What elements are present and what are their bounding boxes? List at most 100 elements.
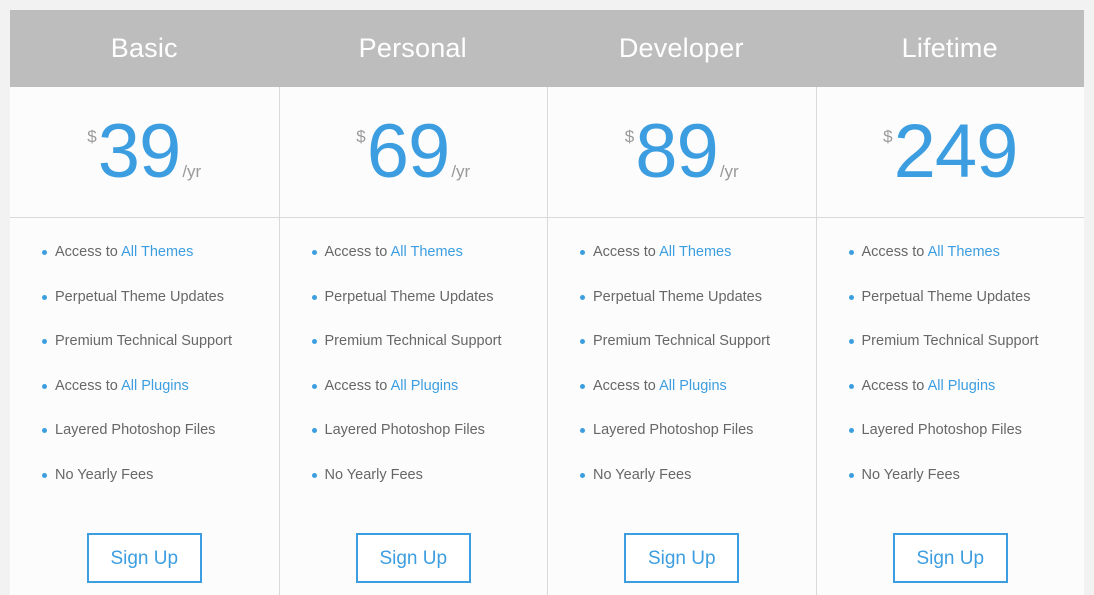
plan-header: Developer (547, 10, 816, 87)
feature-link[interactable]: All Themes (659, 244, 731, 260)
signup-container: Sign Up (817, 533, 1085, 595)
feature-item: Access to All Themes (311, 244, 548, 260)
feature-text: Layered Photoshop Files (55, 422, 216, 438)
signup-container: Sign Up (280, 533, 548, 595)
currency-symbol: $ (356, 126, 366, 146)
feature-text: Premium Technical Support (324, 333, 502, 349)
sign-up-button[interactable]: Sign Up (892, 533, 1008, 583)
plan-column: Personal $69/yr Access to All Themes Perpet… (278, 10, 548, 595)
feature-text: Perpetual Theme Updates (55, 288, 225, 305)
feature-item: No Yearly Fees (311, 466, 548, 483)
feature-link[interactable]: All Themes (391, 244, 463, 260)
feature-item: No Yearly Fees (580, 466, 816, 483)
price-inner: $39/yr (87, 108, 202, 194)
price-inner: $249 (883, 108, 1019, 194)
plan-name: Lifetime (901, 33, 998, 63)
feature-text: Access to (861, 377, 928, 394)
plan-name: Developer (618, 33, 744, 63)
plan-header: Lifetime (815, 10, 1084, 87)
price-amount: 69 (366, 108, 451, 194)
feature-item: Premium Technical Support (848, 333, 1085, 349)
feature-text: No Yearly Fees (861, 466, 960, 483)
feature-item: Premium Technical Support (42, 334, 279, 349)
feature-item: No Yearly Fees (42, 466, 279, 483)
feature-text: Access to (861, 244, 928, 260)
feature-list: Access to All Themes Perpetual Theme Upda… (10, 218, 279, 533)
feature-text: Access to (55, 377, 122, 394)
feature-link[interactable]: All Themes (121, 244, 193, 260)
feature-text: No Yearly Fees (55, 466, 154, 483)
feature-item: Access to All Plugins (848, 377, 1085, 394)
feature-item: Perpetual Theme Updates (580, 288, 816, 305)
feature-item: No Yearly Fees (848, 466, 1085, 483)
feature-link[interactable]: All Plugins (391, 378, 459, 394)
feature-link[interactable]: All Plugins (928, 378, 996, 394)
price-amount: 39 (97, 108, 182, 194)
plan-name: Basic (110, 33, 178, 63)
feature-text: Premium Technical Support (593, 333, 771, 349)
feature-item: Layered Photoshop Files (311, 422, 548, 438)
signup-container: Sign Up (548, 533, 816, 595)
feature-text: No Yearly Fees (324, 466, 423, 483)
feature-text: Layered Photoshop Files (593, 422, 754, 438)
price-period: /yr (182, 162, 202, 182)
price-inner: $89/yr (624, 108, 739, 194)
plan-price: $89/yr (548, 87, 816, 218)
price-period: /yr (719, 162, 739, 182)
feature-item: Layered Photoshop Files (42, 423, 279, 438)
feature-item: Access to All Themes (42, 245, 279, 260)
plan-header: Basic (10, 10, 279, 87)
currency-symbol: $ (883, 126, 893, 146)
feature-link[interactable]: All Plugins (121, 378, 189, 394)
price-inner: $69/yr (356, 108, 471, 194)
plan-header: Personal (278, 10, 547, 87)
feature-item: Layered Photoshop Files (580, 423, 816, 438)
feature-item: Access to All Themes (580, 245, 816, 260)
feature-item: Access to All Themes (848, 244, 1085, 260)
feature-text: Perpetual Theme Updates (324, 288, 494, 305)
feature-item: Access to All Plugins (580, 377, 816, 394)
feature-text: Premium Technical Support (861, 333, 1039, 349)
plan-name: Personal (358, 33, 467, 63)
plan-column: Developer $89/yr Access to All Themes Perpe… (547, 10, 816, 595)
plan-price: $69/yr (279, 87, 547, 218)
feature-text: Layered Photoshop Files (861, 422, 1022, 438)
feature-text: Layered Photoshop Files (324, 422, 485, 438)
currency-symbol: $ (624, 126, 635, 146)
feature-text: Access to (593, 244, 660, 260)
feature-item: Perpetual Theme Updates (848, 288, 1085, 305)
feature-text: Premium Technical Support (55, 333, 233, 349)
feature-text: Access to (324, 244, 391, 260)
feature-text: Access to (55, 244, 122, 260)
feature-text: Access to (593, 377, 660, 394)
pricing-table: Basic $39/yr Access to All Themes Perpetual… (10, 10, 1084, 595)
currency-symbol: $ (87, 126, 97, 146)
feature-item: Layered Photoshop Files (848, 422, 1085, 438)
plan-column: Lifetime $249 Access to All Themes Perpetua… (815, 10, 1085, 595)
feature-item: Perpetual Theme Updates (42, 288, 279, 305)
price-amount: 249 (893, 108, 1019, 194)
sign-up-button[interactable]: Sign Up (355, 533, 471, 583)
feature-item: Premium Technical Support (311, 333, 548, 349)
feature-item: Premium Technical Support (580, 334, 816, 349)
plan-price: $39/yr (10, 87, 279, 218)
signup-container: Sign Up (10, 533, 279, 595)
sign-up-button[interactable]: Sign Up (86, 533, 202, 583)
feature-link[interactable]: All Themes (928, 244, 1000, 260)
feature-item: Perpetual Theme Updates (311, 288, 548, 305)
feature-text: Access to (324, 377, 391, 394)
feature-link[interactable]: All Plugins (659, 378, 727, 394)
feature-item: Access to All Plugins (311, 377, 548, 394)
feature-text: No Yearly Fees (593, 466, 692, 483)
feature-list: Access to All Themes Perpetual Theme Upda… (548, 218, 816, 533)
feature-list: Access to All Themes Perpetual Theme Upda… (280, 218, 548, 533)
price-period: /yr (451, 162, 471, 182)
sign-up-button[interactable]: Sign Up (624, 533, 740, 583)
feature-text: Perpetual Theme Updates (861, 288, 1031, 305)
feature-item: Access to All Plugins (42, 377, 279, 394)
price-amount: 89 (635, 108, 719, 194)
feature-list: Access to All Themes Perpetual Theme Upda… (817, 218, 1085, 533)
plan-price: $249 (816, 87, 1084, 218)
plan-column: Basic $39/yr Access to All Themes Perpetual… (10, 10, 279, 595)
feature-text: Perpetual Theme Updates (593, 288, 763, 305)
